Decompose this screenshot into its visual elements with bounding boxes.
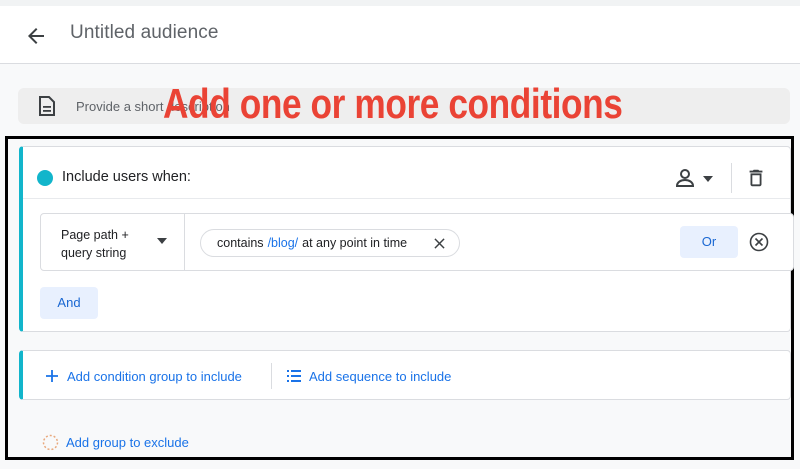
sequence-list-icon: [287, 370, 301, 382]
add-actions-divider: [271, 363, 272, 389]
exclude-dashed-circle-icon: [42, 434, 59, 450]
condition-operator: contains: [217, 236, 264, 250]
header-divider: [731, 163, 732, 193]
condition-value: /blog/: [267, 236, 299, 250]
add-sequence-button[interactable]: Add sequence to include: [287, 367, 451, 385]
arrow-back-icon[interactable]: [24, 24, 48, 48]
include-users-label: Include users when:: [62, 169, 191, 185]
caret-down-icon: [157, 238, 167, 244]
include-condition-group: Include users when: Page path + query st…: [19, 146, 794, 332]
add-actions-bar: Add condition group to include Add seque…: [19, 350, 791, 400]
page-title: Untitled audience: [70, 22, 219, 43]
remove-circle-icon[interactable]: [749, 232, 769, 252]
dimension-select[interactable]: Page path + query string: [41, 214, 185, 270]
add-exclude-group-label: Add group to exclude: [66, 434, 189, 450]
annotation-caption: Add one or more conditions: [163, 80, 623, 127]
condition-chip[interactable]: contains /blog/ at any point in time: [200, 229, 460, 257]
and-button[interactable]: And: [40, 287, 98, 319]
include-dot-icon: [37, 170, 53, 186]
condition-row: Page path + query string contains /blog/…: [40, 213, 794, 271]
scope-selector-button[interactable]: [672, 165, 716, 191]
document-icon: [39, 96, 55, 116]
app-header: Untitled audience: [0, 6, 800, 64]
dimension-label: Page path + query string: [61, 228, 129, 260]
add-sequence-label: Add sequence to include: [309, 368, 452, 384]
trash-icon[interactable]: [745, 167, 767, 189]
condition-suffix: at any point in time: [302, 236, 408, 250]
add-condition-group-label: Add condition group to include: [67, 368, 242, 384]
add-exclude-group-button[interactable]: Add group to exclude: [42, 433, 189, 451]
or-button[interactable]: Or: [680, 226, 738, 258]
plus-icon: [46, 370, 58, 382]
add-condition-group-button[interactable]: Add condition group to include: [45, 367, 242, 385]
include-group-header: Include users when:: [23, 147, 790, 199]
caret-down-icon: [703, 176, 713, 182]
close-icon[interactable]: [434, 238, 445, 249]
person-icon: [675, 169, 695, 187]
